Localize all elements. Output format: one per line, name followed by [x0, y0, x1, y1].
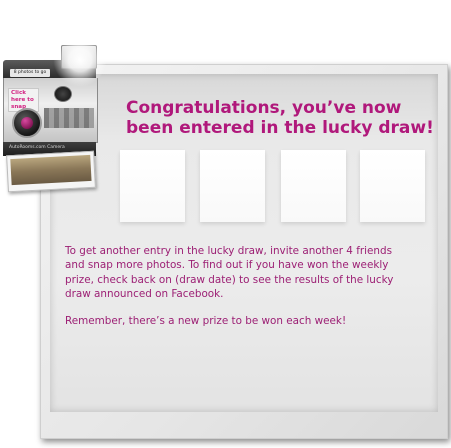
camera-brand-label: AutoRooms.com Camera	[9, 145, 65, 150]
flash-glow	[53, 33, 107, 87]
ejected-photo-image	[10, 154, 92, 186]
viewfinder-icon	[54, 86, 72, 102]
frame-content: Congratulations, you’ve now been entered…	[50, 74, 438, 412]
lens-center	[21, 117, 33, 129]
camera-grille	[44, 108, 94, 128]
photo-slot-2	[200, 150, 265, 222]
ejected-photo	[6, 150, 96, 193]
photos-remaining-badge: 8 photos to go	[10, 69, 50, 77]
camera-lens-icon[interactable]	[12, 108, 42, 138]
photo-slot-3	[281, 150, 346, 222]
weekly-prize-reminder: Remember, there’s a new prize to be won …	[65, 315, 347, 327]
entry-instructions: To get another entry in the lucky draw, …	[65, 245, 394, 300]
camera-widget[interactable]: 8 photos to go Click here to snap AutoRo…	[3, 33, 107, 193]
photo-slot-1	[120, 150, 185, 222]
photo-slots	[120, 150, 432, 226]
photo-slot-4	[360, 150, 425, 222]
photo-frame: Congratulations, you’ve now been entered…	[40, 64, 448, 439]
congratulations-heading: Congratulations, you’ve now been entered…	[126, 98, 434, 138]
camera-body: Click here to snap	[3, 78, 98, 143]
